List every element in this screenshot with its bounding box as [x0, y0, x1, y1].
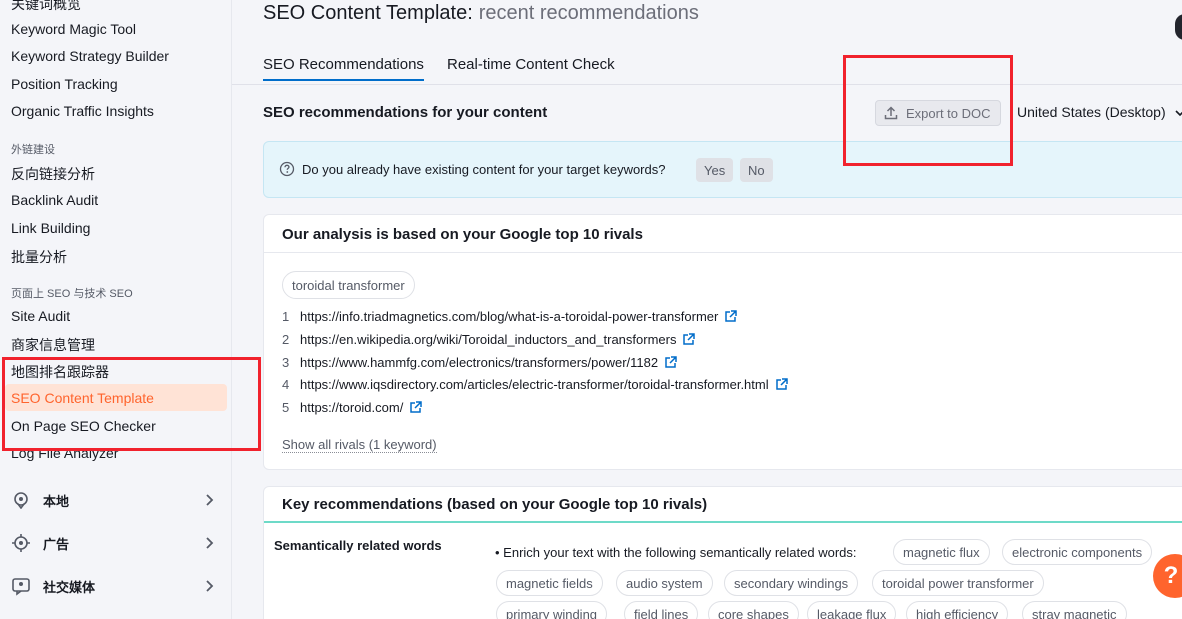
keyword-chip: toroidal transformer [282, 271, 415, 299]
rival-rank: 2 [282, 332, 290, 347]
sidebar-section-local[interactable]: 本地 [0, 485, 232, 515]
chevron-right-icon [203, 494, 215, 506]
sidebar-item-backlink-analytics[interactable]: 反向链接分析 [11, 164, 95, 184]
rival-row: 5 https://toroid.com/ [282, 400, 423, 415]
location-pin-icon [11, 490, 31, 510]
semantic-words-label: Semantically related words [274, 538, 442, 553]
sidebar-group-link-building: 外链建设 [11, 144, 55, 156]
rival-url[interactable]: https://www.hammfg.com/electronics/trans… [300, 355, 658, 370]
question-circle-icon [279, 161, 295, 177]
external-link-icon[interactable] [724, 310, 738, 323]
related-word-chip: primary winding [496, 601, 608, 619]
key-recs-title: Key recommendations (based on your Googl… [282, 496, 708, 513]
rival-rank: 1 [282, 309, 290, 324]
related-word-chip: magnetic fields [496, 570, 603, 596]
sidebar-section-label: 社交媒体 [43, 579, 96, 595]
external-link-icon[interactable] [775, 378, 788, 391]
sidebar-item-organic-traffic-insights[interactable]: Organic Traffic Insights [11, 103, 154, 119]
sidebar-item-keyword-magic-tool[interactable]: Keyword Magic Tool [11, 21, 136, 37]
card-divider [264, 252, 1182, 253]
rival-rank: 4 [282, 377, 290, 392]
region-value: United States (Desktop) [1017, 104, 1166, 120]
tab-real-time-content-check[interactable]: Real-time Content Check [447, 56, 615, 73]
related-word-chip: secondary windings [724, 570, 859, 596]
sidebar-section-social-media[interactable]: 社交媒体 [0, 571, 232, 601]
banner-question: Do you already have existing content for… [302, 162, 666, 177]
sidebar-section-label: 本地 [43, 493, 70, 509]
page-title: SEO Content Template: recent recommendati… [263, 2, 699, 25]
sidebar-item-position-tracking[interactable]: Position Tracking [11, 76, 118, 92]
no-button[interactable]: No [740, 158, 773, 182]
rivals-card-title: Our analysis is based on your Google top… [282, 226, 643, 243]
chevron-right-icon [203, 580, 215, 592]
chevron-right-icon [203, 537, 215, 549]
page-subtitle: recent recommendations [478, 2, 699, 24]
related-word-chip: magnetic flux [893, 539, 990, 565]
related-word-chip: leakage flux [807, 601, 897, 619]
related-word-chip: field lines [624, 601, 699, 619]
rival-url[interactable]: https://info.triadmagnetics.com/blog/wha… [300, 309, 718, 324]
rival-row: 1 https://info.triadmagnetics.com/blog/w… [282, 309, 738, 324]
annotation-highlight-box [2, 357, 261, 451]
rival-rank: 3 [282, 355, 290, 370]
tab-seo-recommendations[interactable]: SEO Recommendations [263, 56, 424, 81]
sidebar-section-advertising[interactable]: 广告 [0, 528, 232, 558]
page-title-main: SEO Content Template: [263, 2, 473, 24]
enrich-instruction: • Enrich your text with the following se… [495, 545, 857, 560]
external-link-icon[interactable] [682, 333, 696, 346]
rival-url[interactable]: https://en.wikipedia.org/wiki/Toroidal_i… [300, 332, 676, 347]
related-word-chip: toroidal power transformer [872, 570, 1044, 596]
main-content: SEO Content Template: recent recommendati… [232, 0, 1182, 619]
sidebar-item-backlink-audit[interactable]: Backlink Audit [11, 192, 98, 208]
related-word-chip: core shapes [708, 601, 799, 619]
rival-row: 4 https://www.iqsdirectory.com/articles/… [282, 377, 788, 392]
key-recommendations-card: Key recommendations (based on your Googl… [263, 486, 1182, 619]
sidebar-item-keyword-strategy-builder[interactable]: Keyword Strategy Builder [11, 48, 169, 64]
rival-rank: 5 [282, 400, 290, 415]
yes-button[interactable]: Yes [696, 158, 734, 182]
sidebar-item-listing-management[interactable]: 商家信息管理 [11, 335, 95, 355]
rivals-analysis-card: Our analysis is based on your Google top… [263, 214, 1182, 470]
related-word-chip: audio system [616, 570, 713, 596]
sidebar-section-label: 广告 [43, 536, 70, 552]
recommendations-heading: SEO recommendations for your content [263, 104, 548, 121]
sidebar-item-site-audit[interactable]: Site Audit [11, 308, 70, 324]
existing-content-banner: Do you already have existing content for… [263, 141, 1182, 198]
external-link-icon[interactable] [409, 401, 423, 414]
related-word-chip: high efficiency [906, 601, 1009, 619]
rival-url[interactable]: https://www.iqsdirectory.com/articles/el… [300, 377, 769, 392]
rival-url[interactable]: https://toroid.com/ [300, 400, 403, 415]
sidebar-group-on-page-tech-seo: 页面上 SEO 与技术 SEO [11, 288, 133, 300]
target-icon [11, 533, 31, 553]
rival-row: 3 https://www.hammfg.com/electronics/tra… [282, 355, 677, 370]
external-link-icon[interactable] [664, 356, 677, 369]
sidebar-item-bulk-analysis[interactable]: 批量分析 [11, 247, 67, 267]
show-all-rivals-link[interactable]: Show all rivals (1 keyword) [282, 437, 437, 453]
chevron-down-icon [1174, 106, 1182, 118]
sidebar-item-link-building[interactable]: Link Building [11, 220, 90, 236]
related-word-chip: stray magnetic [1022, 601, 1127, 619]
tabs-divider [232, 84, 1182, 85]
rival-row: 2 https://en.wikipedia.org/wiki/Toroidal… [282, 332, 696, 347]
sidebar: 关键词概览 Keyword Magic Tool Keyword Strateg… [0, 0, 232, 619]
social-media-icon [11, 576, 31, 596]
sidebar-item-keyword-overview[interactable]: 关键词概览 [11, 0, 81, 14]
region-select[interactable]: United States (Desktop) [1017, 104, 1182, 120]
annotation-highlight-box [843, 55, 1013, 166]
card-accent-line [264, 521, 1182, 523]
related-word-chip: electronic components [1002, 539, 1153, 565]
